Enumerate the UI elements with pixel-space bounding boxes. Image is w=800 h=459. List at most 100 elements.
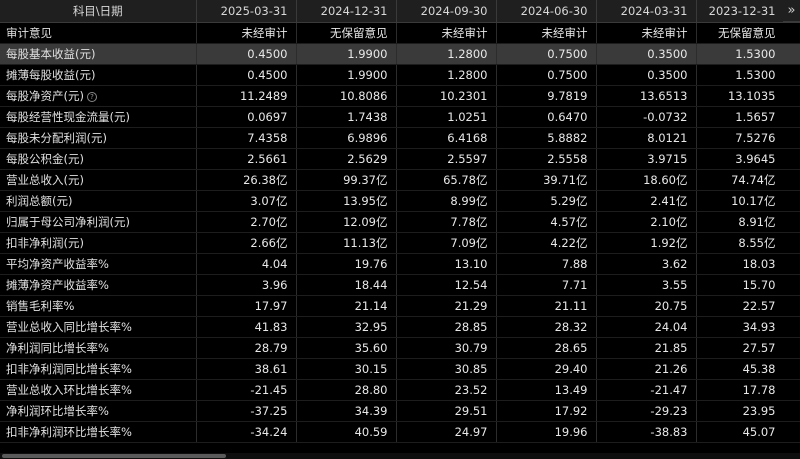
table-cell: 4.22亿 <box>496 232 597 254</box>
table-row[interactable]: 利润总额(元) 3.07亿 13.95亿 8.99亿 5.29亿 2.41亿 10.17亿 <box>0 190 800 212</box>
table-cell: 23.95 <box>696 400 800 422</box>
table-row[interactable]: 营业总收入同比增长率% 41.83 32.95 28.85 28.32 24.04 34.9… <box>0 316 800 338</box>
row-label-text: 审计意见 <box>6 25 52 40</box>
table-cell: -37.25 <box>196 400 297 422</box>
column-header-subject-date[interactable]: 科目\日期 <box>0 0 197 23</box>
table-row[interactable]: 每股公积金(元) 2.5661 2.5629 2.5597 2.5558 3.9715 3.… <box>0 148 800 170</box>
table-cell: 3.96 <box>196 274 297 296</box>
column-header-date[interactable]: 2024-03-31 <box>596 0 697 23</box>
table-row[interactable]: 营业总收入(元) 26.38亿 99.37亿 65.78亿 39.71亿 18.60亿 74… <box>0 169 800 191</box>
table-row[interactable]: 摊薄每股收益(元) 0.4500 1.9900 1.2800 0.7500 0.3500 1… <box>0 64 800 86</box>
table-cell: 21.11 <box>496 295 597 317</box>
table-cell: 1.5300 <box>696 64 800 86</box>
table-cell: 0.4500 <box>196 64 297 86</box>
table-cell: 1.0251 <box>396 106 497 128</box>
row-label-text: 扣非净利润(元) <box>6 235 84 250</box>
table-cell: -29.23 <box>596 400 697 422</box>
table-cell: 21.14 <box>296 295 397 317</box>
horizontal-scrollbar[interactable] <box>0 453 800 459</box>
table-cell: 12.09亿 <box>296 211 397 233</box>
column-header-date[interactable]: 2024-09-30 <box>396 0 497 23</box>
table-cell: 99.37亿 <box>296 169 397 191</box>
table-row[interactable]: 审计意见 未经审计 无保留意见 未经审计 未经审计 未经审计 无保留意见 <box>0 22 800 44</box>
table-cell: 17.92 <box>496 400 597 422</box>
table-cell: 12.54 <box>396 274 497 296</box>
row-label: 扣非净利润环比增长率% <box>0 421 197 443</box>
row-label: 每股经营性现金流量(元) <box>0 106 197 128</box>
table-cell: 18.44 <box>296 274 397 296</box>
table-cell: 28.32 <box>496 316 597 338</box>
table-cell: 8.99亿 <box>396 190 497 212</box>
table-row[interactable]: 每股基本收益(元) 0.4500 1.9900 1.2800 0.7500 0.3500 1… <box>0 43 800 65</box>
row-label: 扣非净利润同比增长率% <box>0 358 197 380</box>
table-row[interactable]: 归属于母公司净利润(元) 2.70亿 12.09亿 7.78亿 4.57亿 2.10亿 8.… <box>0 211 800 233</box>
table-cell: 5.8882 <box>496 127 597 149</box>
row-label: 利润总额(元) <box>0 190 197 212</box>
table-cell: 34.39 <box>296 400 397 422</box>
row-label-text: 利润总额(元) <box>6 193 73 208</box>
table-cell: 1.5657 <box>696 106 800 128</box>
table-cell: 40.59 <box>296 421 397 443</box>
table-cell: 8.55亿 <box>696 232 800 254</box>
column-header-date[interactable]: 2024-12-31 <box>296 0 397 23</box>
row-label: 每股未分配利润(元) <box>0 127 197 149</box>
row-label-text: 每股基本收益(元) <box>6 46 96 61</box>
financial-data-table: 科目\日期 2025-03-31 2024-12-31 2024-09-30 2… <box>0 0 800 443</box>
table-cell: 0.4500 <box>196 43 297 65</box>
table-cell: 2.5558 <box>496 148 597 170</box>
row-label-text: 扣非净利润同比增长率% <box>6 361 132 376</box>
table-cell: 7.5276 <box>696 127 800 149</box>
table-cell: 13.1035 <box>696 85 800 107</box>
table-row[interactable]: 销售毛利率% 17.97 21.14 21.29 21.11 20.75 22.57 <box>0 295 800 317</box>
table-cell: 8.91亿 <box>696 211 800 233</box>
row-label: 扣非净利润(元) <box>0 232 197 254</box>
table-cell: 30.15 <box>296 358 397 380</box>
table-cell: 3.07亿 <box>196 190 297 212</box>
table-cell: 未经审计 <box>596 22 697 44</box>
table-row[interactable]: 摊薄净资产收益率% 3.96 18.44 12.54 7.71 3.55 15.70 <box>0 274 800 296</box>
table-cell: 23.52 <box>396 379 497 401</box>
table-row[interactable]: 净利润环比增长率% -37.25 34.39 29.51 17.92 -29.23 23.9… <box>0 400 800 422</box>
table-cell: 21.29 <box>396 295 497 317</box>
table-cell: 28.80 <box>296 379 397 401</box>
table-row[interactable]: 平均净资产收益率% 4.04 19.76 13.10 7.88 3.62 18.03 <box>0 253 800 275</box>
table-cell: 未经审计 <box>496 22 597 44</box>
table-cell: 28.79 <box>196 337 297 359</box>
row-label: 摊薄每股收益(元) <box>0 64 197 86</box>
table-cell: 2.66亿 <box>196 232 297 254</box>
row-label-text: 净利润同比增长率% <box>6 340 109 355</box>
table-cell: 2.5629 <box>296 148 397 170</box>
table-cell: 0.7500 <box>496 64 597 86</box>
table-row[interactable]: 每股未分配利润(元) 7.4358 6.9896 6.4168 5.8882 8.0121… <box>0 127 800 149</box>
table-cell: 无保留意见 <box>296 22 397 44</box>
table-cell: 0.3500 <box>596 64 697 86</box>
table-cell: 2.10亿 <box>596 211 697 233</box>
table-row[interactable]: 营业总收入环比增长率% -21.45 28.80 23.52 13.49 -21.47 17… <box>0 379 800 401</box>
table-cell: 27.57 <box>696 337 800 359</box>
table-row[interactable]: 每股净资产(元)? 11.2489 10.8086 10.2301 9.7819 13.6… <box>0 85 800 107</box>
table-cell: 2.70亿 <box>196 211 297 233</box>
expand-columns-icon[interactable]: » <box>783 0 800 22</box>
help-icon[interactable]: ? <box>86 91 97 102</box>
table-row[interactable]: 每股经营性现金流量(元) 0.0697 1.7438 1.0251 0.6470 -0.0… <box>0 106 800 128</box>
table-cell: 17.97 <box>196 295 297 317</box>
table-cell: 未经审计 <box>396 22 497 44</box>
row-label-text: 营业总收入同比增长率% <box>6 319 132 334</box>
table-row[interactable]: 扣非净利润(元) 2.66亿 11.13亿 7.09亿 4.22亿 1.92亿 8.55亿 <box>0 232 800 254</box>
scrollbar-thumb[interactable] <box>2 454 226 458</box>
row-label-text: 每股经营性现金流量(元) <box>6 109 130 124</box>
table-row[interactable]: 净利润同比增长率% 28.79 35.60 30.79 28.65 21.85 27.57 <box>0 337 800 359</box>
column-header-date[interactable]: 2025-03-31 <box>196 0 297 23</box>
column-header-date[interactable]: 2024-06-30 <box>496 0 597 23</box>
table-cell: 19.96 <box>496 421 597 443</box>
table-row[interactable]: 扣非净利润环比增长率% -34.24 40.59 24.97 19.96 -38.83 45… <box>0 421 800 443</box>
table-row[interactable]: 扣非净利润同比增长率% 38.61 30.15 30.85 29.40 21.26 45.3… <box>0 358 800 380</box>
table-cell: 29.51 <box>396 400 497 422</box>
table-cell: 4.04 <box>196 253 297 275</box>
table-cell: 35.60 <box>296 337 397 359</box>
table-cell: 18.60亿 <box>596 169 697 191</box>
table-cell: 24.97 <box>396 421 497 443</box>
table-cell: 1.2800 <box>396 64 497 86</box>
row-label: 每股基本收益(元) <box>0 43 197 65</box>
table-cell: 38.61 <box>196 358 297 380</box>
